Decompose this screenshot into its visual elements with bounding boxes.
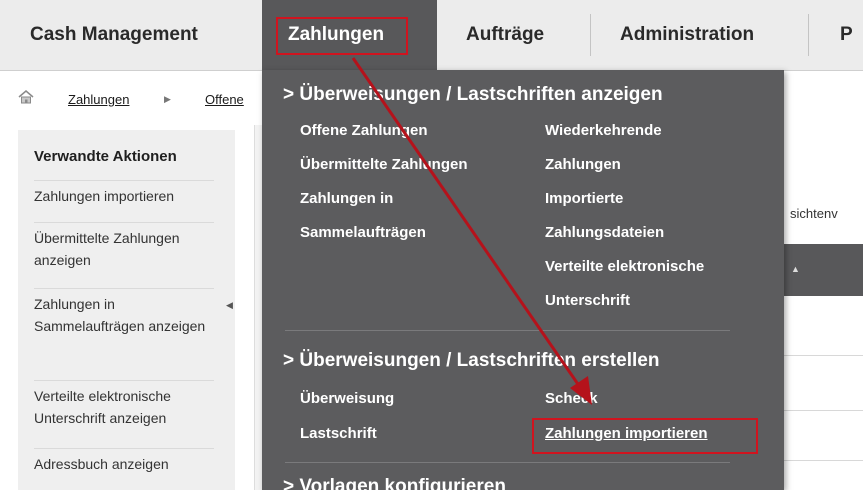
menu-item-ueberweisung[interactable]: Überweisung — [300, 390, 394, 407]
sidebar-item-uebermittelte-zahlungen[interactable]: Übermittelte Zahlungen anzeigen — [34, 222, 214, 271]
nav-more[interactable]: P — [840, 0, 853, 70]
zahlungen-importieren-highlight — [532, 418, 758, 454]
menu-item-wiederkehrende-zahlungen[interactable]: Zahlungen — [545, 156, 621, 173]
table-row-divider — [784, 460, 863, 461]
menu-item-unterschrift[interactable]: Unterschrift — [545, 292, 630, 309]
table-row-divider — [784, 410, 863, 411]
menu-item-importierte[interactable]: Importierte — [545, 190, 623, 207]
menu-heading-erstellen[interactable]: > Überweisungen / Lastschriften erstelle… — [283, 350, 659, 372]
nav-cash-management[interactable]: Cash Management — [30, 0, 198, 70]
breadcrumb-separator-icon: ▶ — [164, 94, 171, 104]
sidebar-item-zahlungen-importieren[interactable]: Zahlungen importieren — [34, 180, 214, 207]
sidebar-title: Verwandte Aktionen — [34, 148, 177, 165]
top-navigation: Cash Management Zahlungen Aufträge Admin… — [0, 0, 863, 71]
caret-up-icon[interactable]: ▲ — [791, 264, 800, 274]
menu-heading-anzeigen[interactable]: > Überweisungen / Lastschriften anzeigen — [283, 84, 663, 106]
nav-separator — [590, 14, 591, 56]
sidebar-item-verteilte-unterschrift[interactable]: Verteilte elektronische Unterschrift anz… — [34, 380, 214, 429]
menu-heading-vorlagen[interactable]: > Vorlagen konfigurieren — [283, 476, 506, 490]
menu-item-verteilte-elektronische[interactable]: Verteilte elektronische — [545, 258, 704, 275]
view-settings-label[interactable]: sichtenv — [790, 206, 838, 221]
sidebar-item-adressbuch[interactable]: Adressbuch anzeigen — [34, 448, 214, 475]
menu-item-zahlungsdateien[interactable]: Zahlungsdateien — [545, 224, 664, 241]
menu-divider — [285, 330, 730, 331]
menu-item-offene-zahlungen[interactable]: Offene Zahlungen — [300, 122, 428, 139]
menu-divider — [285, 462, 730, 463]
nav-separator — [808, 14, 809, 56]
menu-item-lastschrift[interactable]: Lastschrift — [300, 425, 377, 442]
nav-zahlungen-highlight — [276, 17, 408, 55]
menu-item-uebermittelte-zahlungen[interactable]: Übermittelte Zahlungen — [300, 156, 468, 173]
collapse-sidebar-icon[interactable]: ◀ — [226, 300, 233, 311]
breadcrumb-offene[interactable]: Offene — [205, 92, 244, 107]
home-icon[interactable] — [18, 90, 34, 104]
menu-item-wiederkehrende[interactable]: Wiederkehrende — [545, 122, 662, 139]
menu-item-sammelauftraegen[interactable]: Sammelaufträgen — [300, 224, 426, 241]
menu-item-scheck[interactable]: Scheck — [545, 390, 598, 407]
menu-item-zahlungen-in[interactable]: Zahlungen in — [300, 190, 393, 207]
nav-administration[interactable]: Administration — [620, 0, 754, 70]
sidebar-item-sammelauftraege[interactable]: Zahlungen in Sammelaufträgen anzeigen — [34, 288, 214, 337]
breadcrumb-zahlungen[interactable]: Zahlungen — [68, 92, 129, 107]
nav-auftraege[interactable]: Aufträge — [466, 0, 544, 70]
table-row-divider — [784, 355, 863, 356]
